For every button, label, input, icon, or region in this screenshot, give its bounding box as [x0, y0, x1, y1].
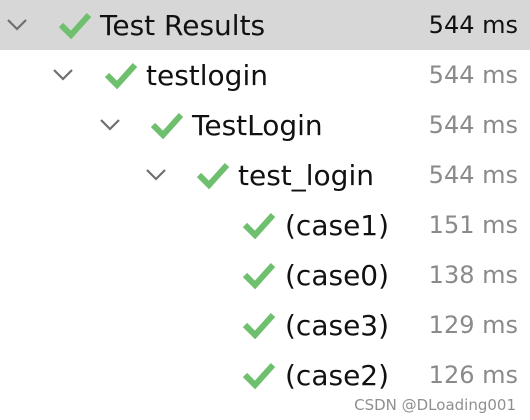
check-icon [242, 350, 276, 400]
tree-node-test-login-method[interactable]: test_login 544 ms [0, 150, 530, 200]
duration-label: 129 ms [428, 311, 518, 339]
duration-label: 544 ms [428, 161, 518, 189]
check-icon [58, 0, 92, 50]
tree-node-case0[interactable]: (case0) 138 ms [0, 250, 530, 300]
check-icon [242, 300, 276, 350]
chevron-down-icon[interactable] [6, 0, 28, 50]
check-icon [196, 150, 230, 200]
check-icon [242, 250, 276, 300]
check-icon [242, 200, 276, 250]
chevron-down-icon[interactable] [145, 150, 167, 200]
duration-label: 138 ms [428, 261, 518, 289]
chevron-down-icon[interactable] [99, 100, 121, 150]
tree-node-label: (case1) [285, 208, 390, 242]
tree-node-label: TestLogin [192, 108, 323, 142]
tree-node-test-results[interactable]: Test Results 544 ms [0, 0, 530, 50]
tree-node-case2[interactable]: (case2) 126 ms [0, 350, 530, 400]
duration-label: 126 ms [428, 361, 518, 389]
tree-node-case3[interactable]: (case3) 129 ms [0, 300, 530, 350]
duration-label: 544 ms [428, 111, 518, 139]
duration-label: 151 ms [428, 211, 518, 239]
tree-node-label: testlogin [146, 58, 268, 92]
tree-node-case1[interactable]: (case1) 151 ms [0, 200, 530, 250]
tree-node-label: test_login [238, 158, 374, 192]
tree-node-label: (case2) [285, 358, 390, 392]
tree-node-label: (case0) [285, 258, 390, 292]
watermark-text: CSDN @DLoading001 [354, 396, 516, 414]
check-icon [104, 50, 138, 100]
check-icon [150, 100, 184, 150]
tree-node-label: (case3) [285, 308, 390, 342]
tree-node-label: Test Results [100, 8, 266, 42]
test-results-tree: Test Results 544 ms testlogin 544 ms Tes… [0, 0, 530, 400]
tree-node-testlogin-class[interactable]: TestLogin 544 ms [0, 100, 530, 150]
chevron-down-icon[interactable] [52, 50, 74, 100]
duration-label: 544 ms [428, 61, 518, 89]
tree-node-testlogin-module[interactable]: testlogin 544 ms [0, 50, 530, 100]
duration-label: 544 ms [428, 11, 518, 39]
